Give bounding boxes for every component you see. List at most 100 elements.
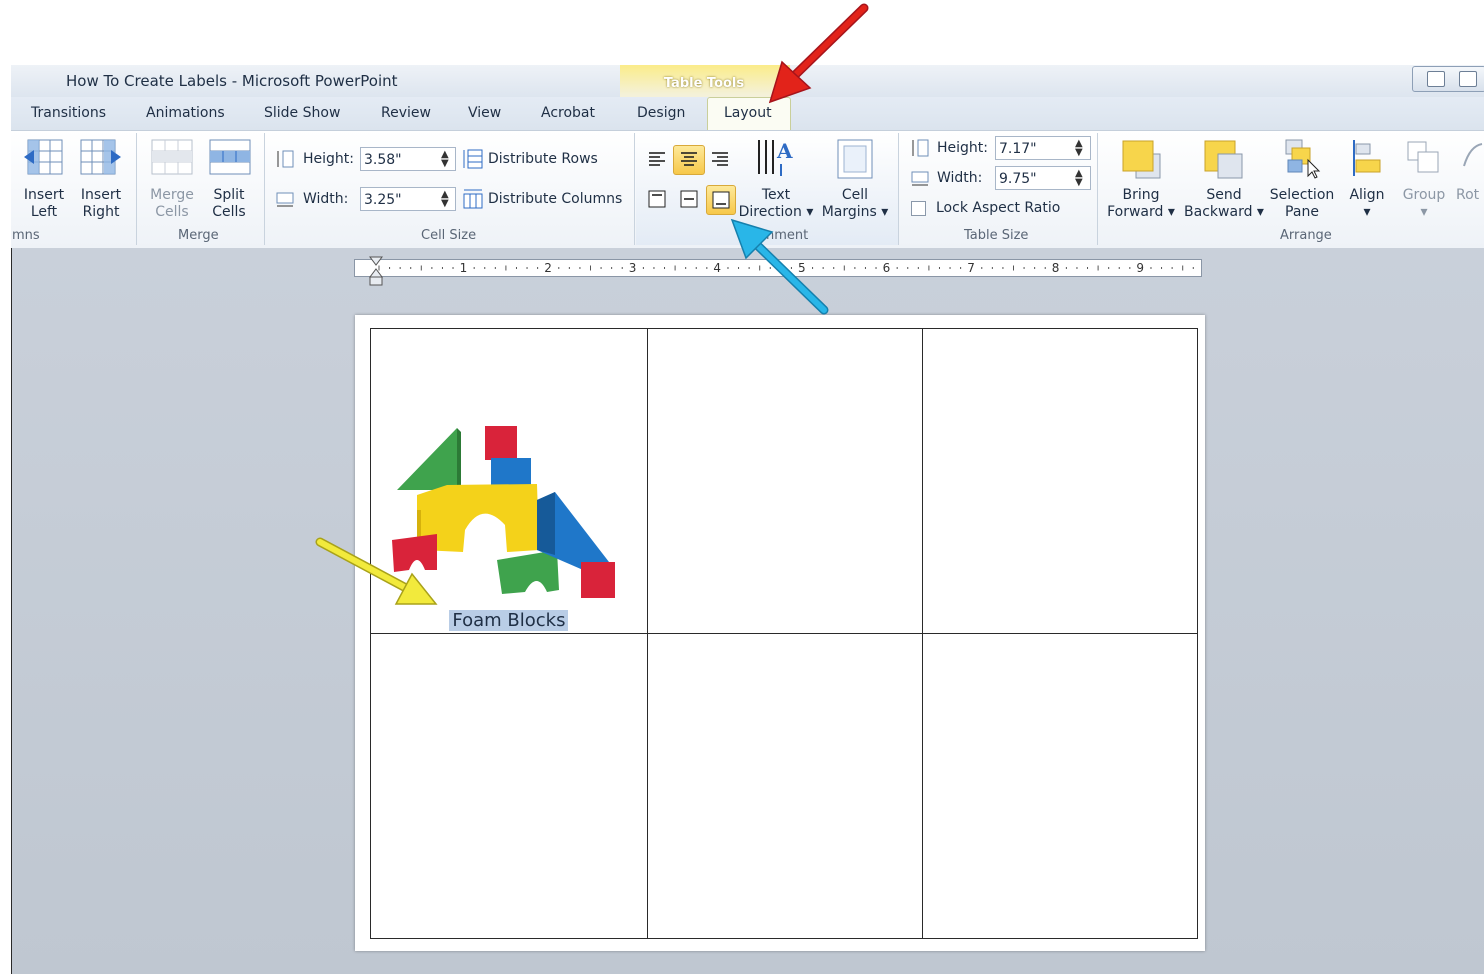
ruler-number: 4 [712, 260, 723, 276]
cell-width-spinner[interactable]: ▲ ▼ [441, 190, 449, 209]
lock-aspect-checkbox[interactable] [911, 201, 926, 216]
insert-right-icon[interactable] [79, 138, 123, 178]
ruler-number: 9 [1135, 260, 1146, 276]
table-row: Foam Blocks [370, 328, 1199, 634]
tab-animations[interactable]: Animations [146, 105, 225, 121]
table-cell-r1c2[interactable] [646, 328, 923, 634]
send-backward-icon[interactable] [1202, 138, 1246, 182]
rotate-button[interactable]: Rot [1456, 187, 1484, 204]
group-icon[interactable] [1404, 138, 1444, 180]
cell-width-value: 3.25" [364, 192, 402, 208]
ruler-number: 1 [458, 260, 469, 276]
table-cell-r2c1[interactable] [370, 633, 648, 939]
send-backward-line1: Send [1206, 187, 1242, 203]
merge-cells-line1: Merge [150, 187, 194, 203]
columns-group-label: mns [12, 228, 40, 243]
center-text-button[interactable] [673, 145, 705, 175]
distribute-columns-button[interactable]: Distribute Columns [488, 191, 622, 208]
split-cells-label[interactable]: Split Cells [204, 187, 254, 221]
center-text-icon [681, 152, 697, 166]
group-divider [264, 133, 265, 245]
bring-forward-icon[interactable] [1120, 138, 1164, 182]
distribute-rows-button[interactable]: Distribute Rows [488, 151, 598, 168]
table-row [370, 633, 1199, 939]
bring-forward-line2: Forward ▾ [1107, 204, 1175, 220]
align-text-left-icon[interactable] [646, 148, 668, 170]
split-cells-line2: Cells [212, 204, 246, 220]
table-size-group-label: Table Size [964, 228, 1029, 243]
align-bottom-button[interactable] [706, 185, 736, 215]
distribute-columns-icon[interactable] [462, 188, 484, 210]
table-cell-r2c3[interactable] [921, 633, 1199, 939]
table-height-spinner[interactable]: ▲ ▼ [1075, 139, 1083, 158]
table-width-spinner[interactable]: ▲ ▼ [1075, 169, 1083, 188]
window-controls[interactable] [1412, 66, 1484, 92]
bring-forward-button[interactable]: Bring Forward ▾ [1104, 187, 1178, 221]
tab-review[interactable]: Review [381, 105, 431, 121]
cell-size-group-label: Cell Size [421, 228, 477, 243]
table-width-icon [911, 171, 929, 186]
minimize-icon[interactable] [1427, 71, 1445, 87]
insert-right-line1: Insert [80, 187, 122, 203]
cell-width-icon [276, 192, 294, 207]
selection-pane-icon[interactable] [1284, 138, 1324, 180]
tab-slide-show[interactable]: Slide Show [264, 105, 340, 121]
insert-left-label[interactable]: Insert Left [20, 187, 68, 221]
cell-margins-icon[interactable] [836, 138, 876, 180]
cell-height-spinner[interactable]: ▲ ▼ [441, 150, 449, 169]
table-width-value: 9.75" [999, 171, 1037, 187]
ruler-indent-marker-icon[interactable] [368, 255, 384, 289]
align-objects-icon[interactable] [1350, 138, 1390, 180]
insert-left-line2: Left [30, 204, 58, 220]
arrange-group-label: Arrange [1280, 228, 1332, 243]
rotate-icon[interactable] [1460, 138, 1484, 180]
tab-design[interactable]: Design [637, 105, 685, 121]
group-divider [634, 133, 635, 245]
group-line1: Group [1402, 187, 1446, 203]
insert-right-label[interactable]: Insert Right [77, 187, 125, 221]
slide[interactable]: Foam Blocks [355, 315, 1205, 951]
selection-pane-line1: Selection [1269, 187, 1335, 203]
table-height-icon [912, 139, 929, 157]
align-bottom-icon [712, 191, 730, 209]
text-direction-icon[interactable]: A [754, 136, 798, 180]
group-divider [136, 133, 137, 245]
table-height-label: Height: [937, 140, 988, 156]
tab-view[interactable]: View [468, 105, 501, 121]
yellow-annotation-arrow [315, 537, 438, 605]
selection-pane-button[interactable]: Selection Pane [1266, 187, 1338, 221]
ruler-number: 3 [627, 260, 638, 276]
window-title: How To Create Labels - Microsoft PowerPo… [66, 72, 398, 90]
distribute-rows-icon[interactable] [462, 148, 484, 170]
align-button[interactable]: Align ▾ [1344, 187, 1390, 221]
restore-icon[interactable] [1459, 71, 1477, 87]
tab-acrobat[interactable]: Acrobat [541, 105, 595, 121]
align-text-right-icon[interactable] [709, 148, 731, 170]
table-cell-r1c3[interactable] [921, 328, 1199, 634]
group-line2: ▾ [1420, 204, 1428, 220]
group-button[interactable]: Group ▾ [1400, 187, 1448, 221]
send-backward-button[interactable]: Send Backward ▾ [1182, 187, 1266, 221]
label-table[interactable]: Foam Blocks [370, 328, 1199, 939]
merge-group-label: Merge [178, 228, 219, 243]
table-cell-r2c2[interactable] [646, 633, 923, 939]
send-backward-line2: Backward ▾ [1184, 204, 1264, 220]
cell-caption-foam-blocks[interactable]: Foam Blocks [449, 610, 569, 631]
merge-cells-label: Merge Cells [146, 187, 198, 221]
align-top-icon[interactable] [646, 188, 668, 210]
table-height-value: 7.17" [999, 141, 1037, 157]
split-cells-icon[interactable] [208, 138, 252, 178]
ruler-number: 2 [543, 260, 553, 276]
tab-transitions[interactable]: Transitions [31, 105, 106, 121]
merge-cells-line2: Cells [155, 204, 189, 220]
table-width-label: Width: [937, 170, 983, 186]
insert-right-line2: Right [82, 204, 120, 220]
align-line2: ▾ [1363, 204, 1371, 220]
merge-cells-icon[interactable] [150, 138, 194, 178]
lock-aspect-label[interactable]: Lock Aspect Ratio [936, 200, 1060, 217]
cell-height-label: Height: [303, 151, 354, 167]
cell-width-label: Width: [303, 191, 349, 207]
insert-left-icon[interactable] [22, 138, 66, 178]
center-vertically-icon[interactable] [678, 188, 700, 210]
selection-pane-line2: Pane [1285, 204, 1319, 220]
